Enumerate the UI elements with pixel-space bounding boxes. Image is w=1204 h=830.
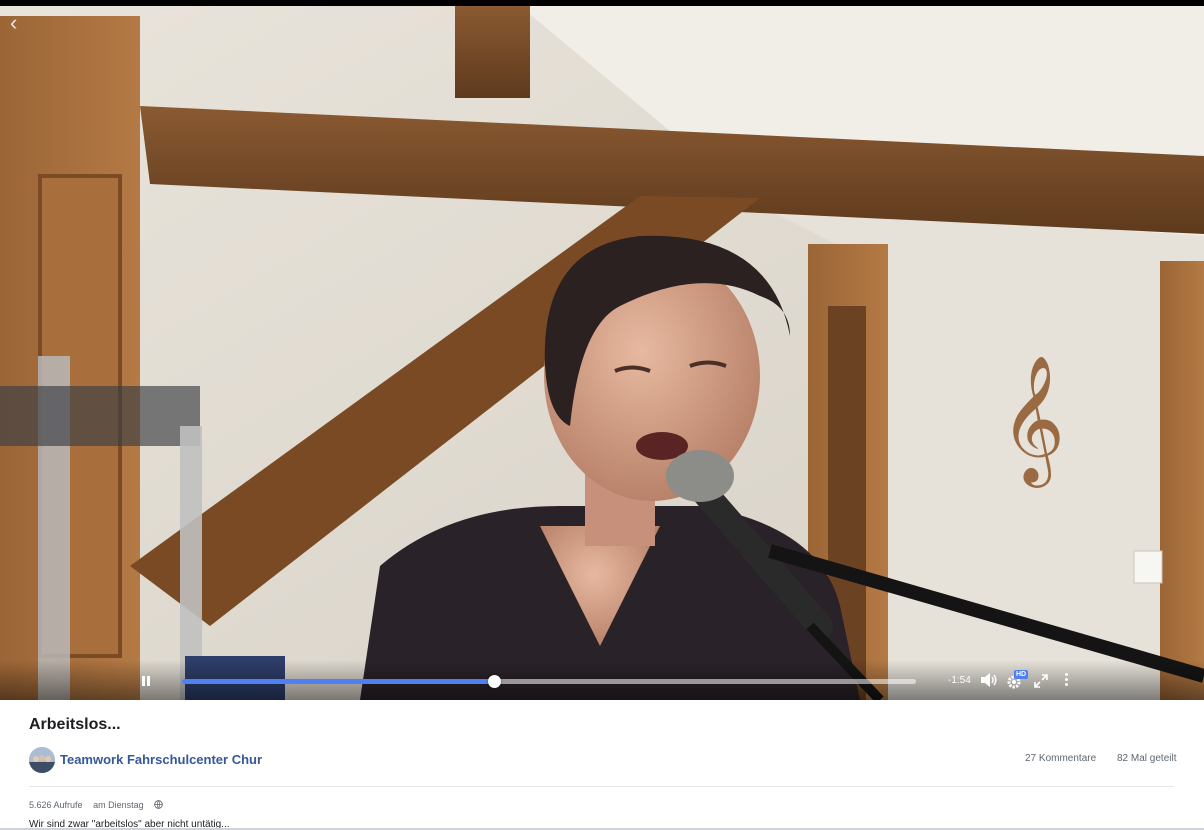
comments-count-link[interactable]: 27 Kommentare [1025, 753, 1096, 764]
hd-badge: HD [1014, 670, 1029, 679]
time-remaining: -1:54 [948, 675, 971, 686]
volume-icon[interactable] [980, 672, 998, 688]
more-vertical-icon[interactable] [1060, 672, 1072, 688]
progress-scrubber-handle[interactable] [487, 675, 501, 688]
chevron-left-icon[interactable]: ‹ [10, 12, 17, 34]
fullscreen-icon[interactable] [1034, 674, 1048, 688]
post-meta: 5.626 Aufrufe am Dienstag [29, 800, 163, 810]
views-count: 5.626 Aufrufe [29, 800, 83, 810]
progress-fill [182, 679, 494, 684]
post-date[interactable]: am Dienstag [93, 800, 144, 810]
shares-count-link[interactable]: 82 Mal geteilt [1117, 753, 1176, 764]
page-name-link[interactable]: Teamwork Fahrschulcenter Chur [60, 752, 262, 767]
video-post-page: 𝄞 ‹ -1:54 HD Arbeitslos... Teamwork Fahr… [0, 0, 1204, 830]
svg-text:𝄞: 𝄞 [1000, 354, 1065, 488]
video-title: Arbeitslos... [29, 716, 121, 733]
video-controls: -1:54 HD [0, 660, 1204, 700]
avatar[interactable] [29, 747, 55, 773]
divider [29, 786, 1174, 787]
globe-icon [154, 800, 163, 809]
pause-icon[interactable] [138, 674, 154, 690]
progress-bar[interactable] [182, 675, 916, 688]
video-player[interactable]: 𝄞 ‹ -1:54 HD [0, 0, 1204, 700]
video-frame: 𝄞 [0, 6, 1204, 700]
